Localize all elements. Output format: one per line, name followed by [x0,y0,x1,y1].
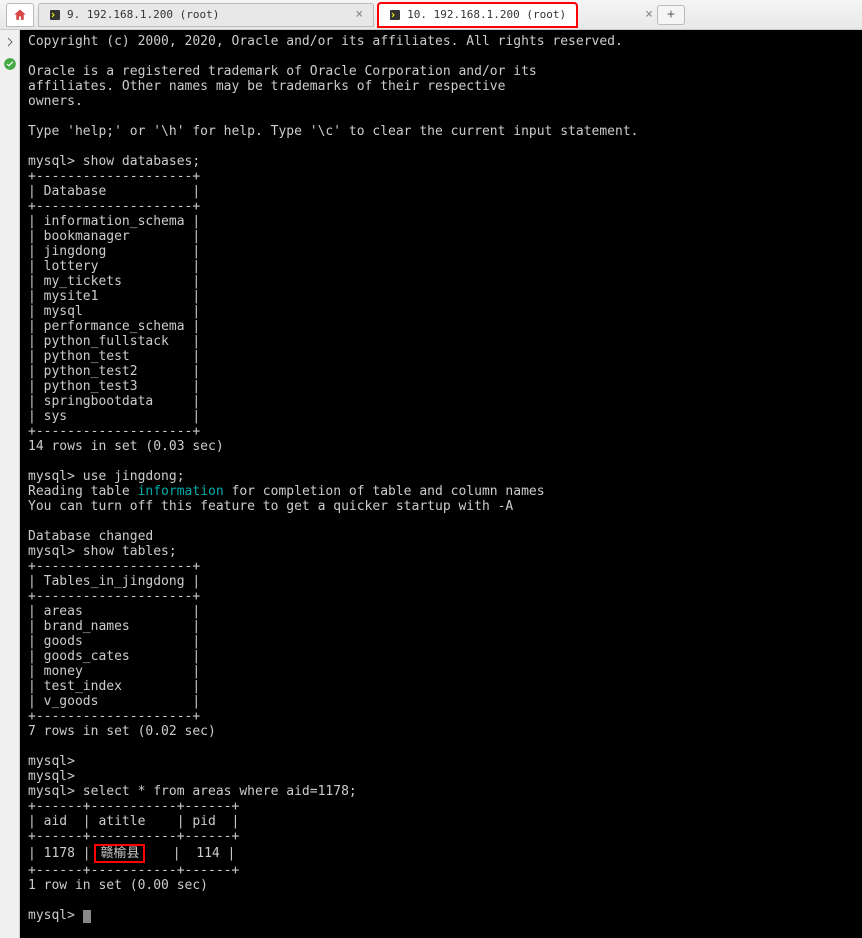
add-tab-button[interactable]: + [657,5,685,25]
terminal-line: +--------------------+ [28,424,200,439]
table-row: | python_test3 | [28,379,200,394]
tab-session-9[interactable]: 9. 192.168.1.200 (root) × [38,3,374,27]
table-row: | springbootdata | [28,394,200,409]
terminal-line: +--------------------+ [28,559,200,574]
terminal-line: +------+-----------+------+ [28,799,239,814]
table-row: | python_test | [28,349,200,364]
terminal-line: | aid | atitle | pid | [28,814,239,829]
terminal-line: Database changed [28,529,153,544]
table-row: | python_test2 | [28,364,200,379]
terminal-line: Oracle is a registered trademark of Orac… [28,64,537,79]
terminal-prompt: mysql> show databases; [28,154,200,169]
terminal-line: 7 rows in set (0.02 sec) [28,724,216,739]
sidebar-arrow-icon[interactable] [2,34,18,50]
terminal-line: +--------------------+ [28,589,200,604]
terminal-line: Type 'help;' or '\h' for help. Type '\c'… [28,124,638,139]
table-row: | python_fullstack | [28,334,200,349]
table-row: | goods | [28,634,200,649]
table-row: | v_goods | [28,694,200,709]
highlighted-value: 赣榆县 [94,844,145,863]
terminal-line: Copyright (c) 2000, 2020, Oracle and/or … [28,34,623,49]
table-row: | 1178 | 赣榆县 | 114 | [28,846,235,861]
table-row: | brand_names | [28,619,200,634]
terminal-line: +------+-----------+------+ [28,829,239,844]
terminal-prompt: mysql> [28,769,75,784]
table-row: | mysite1 | [28,289,200,304]
terminal-prompt: mysql> use jingdong; [28,469,185,484]
terminal-line: You can turn off this feature to get a q… [28,499,513,514]
terminal-prompt: mysql> [28,908,91,923]
terminal-line: +--------------------+ [28,169,200,184]
terminal-line: affiliates. Other names may be trademark… [28,79,505,94]
table-row: | money | [28,664,200,679]
terminal-line: +--------------------+ [28,709,200,724]
terminal-prompt: mysql> [28,754,75,769]
terminal-line: Reading table information for completion… [28,484,545,499]
table-row: | performance_schema | [28,319,200,334]
terminal-icon [389,9,401,21]
table-row: | my_tickets | [28,274,200,289]
tab-bar: 9. 192.168.1.200 (root) × 10. 192.168.1.… [0,0,862,30]
home-icon [13,8,27,22]
sidebar-check-icon[interactable] [2,56,18,72]
terminal-output[interactable]: Copyright (c) 2000, 2020, Oracle and/or … [20,30,862,938]
table-row: | goods_cates | [28,649,200,664]
terminal-line: owners. [28,94,83,109]
terminal-prompt: mysql> select * from areas where aid=117… [28,784,357,799]
tab-session-10[interactable]: 10. 192.168.1.200 (root) [378,3,577,27]
table-row: | lottery | [28,259,200,274]
table-row: | information_schema | [28,214,200,229]
terminal-line: 1 row in set (0.00 sec) [28,878,208,893]
table-row: | jingdong | [28,244,200,259]
plus-icon: + [667,7,675,22]
table-row: | mysql | [28,304,200,319]
table-row: | sys | [28,409,200,424]
close-icon[interactable]: × [641,7,653,22]
tab-label: 10. 192.168.1.200 (root) [407,8,566,21]
sidebar [0,30,20,938]
terminal-icon [49,9,61,21]
terminal-line: +------+-----------+------+ [28,863,239,878]
main-area: Copyright (c) 2000, 2020, Oracle and/or … [0,30,862,938]
terminal-line: +--------------------+ [28,199,200,214]
terminal-line: | Tables_in_jingdong | [28,574,200,589]
table-row: | bookmanager | [28,229,200,244]
home-tab[interactable] [6,3,34,27]
terminal-prompt: mysql> show tables; [28,544,177,559]
terminal-line: | Database | [28,184,200,199]
table-row: | areas | [28,604,200,619]
close-icon[interactable]: × [351,7,363,22]
terminal-line: 14 rows in set (0.03 sec) [28,439,224,454]
table-row: | test_index | [28,679,200,694]
cursor [83,910,91,923]
tab-label: 9. 192.168.1.200 (root) [67,8,219,21]
